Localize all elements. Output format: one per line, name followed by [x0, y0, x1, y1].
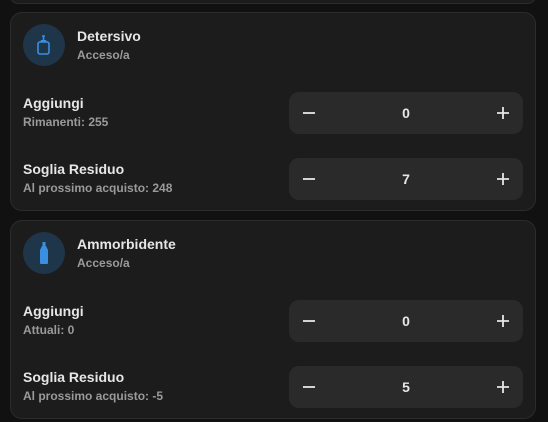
row-label: Soglia Residuo — [23, 369, 125, 385]
plus-icon — [497, 173, 509, 185]
stepper-value[interactable]: 7 — [329, 158, 483, 200]
decrement-button[interactable] — [289, 158, 329, 200]
aggiungi-row: Aggiungi Rimanenti: 255 0 — [23, 92, 523, 134]
softener-bottle-icon[interactable] — [23, 232, 65, 274]
card-header: Ammorbidente Acceso/a — [23, 231, 176, 275]
plus-icon — [497, 315, 509, 327]
soglia-residuo-row: Soglia Residuo Al prossimo acquisto: 248… — [23, 158, 523, 200]
increment-button[interactable] — [483, 366, 523, 408]
minus-icon — [303, 386, 315, 388]
increment-button[interactable] — [483, 158, 523, 200]
minus-icon — [303, 178, 315, 180]
increment-button[interactable] — [483, 92, 523, 134]
card-status: Acceso/a — [77, 256, 130, 270]
row-label: Soglia Residuo — [23, 161, 125, 177]
row-sublabel: Al prossimo acquisto: -5 — [23, 389, 164, 403]
decrement-button[interactable] — [289, 92, 329, 134]
aggiungi-row: Aggiungi Attuali: 0 0 — [23, 300, 523, 342]
detersivo-card: Detersivo Acceso/a Aggiungi Rimanenti: 2… — [10, 12, 536, 211]
previous-card — [10, 0, 536, 4]
decrement-button[interactable] — [289, 300, 329, 342]
minus-icon — [303, 112, 315, 114]
row-sublabel: Attuali: 0 — [23, 323, 75, 337]
plus-icon — [497, 107, 509, 119]
soglia-residuo-stepper[interactable]: 5 — [289, 366, 523, 408]
increment-button[interactable] — [483, 300, 523, 342]
stepper-value[interactable]: 0 — [329, 92, 483, 134]
aggiungi-stepper[interactable]: 0 — [289, 92, 523, 134]
soglia-residuo-row: Soglia Residuo Al prossimo acquisto: -5 … — [23, 366, 523, 408]
detergent-bottle-icon[interactable] — [23, 24, 65, 66]
stepper-value[interactable]: 5 — [329, 366, 483, 408]
card-status: Acceso/a — [77, 48, 130, 62]
card-title: Detersivo — [77, 28, 141, 44]
row-label: Aggiungi — [23, 303, 84, 319]
soglia-residuo-stepper[interactable]: 7 — [289, 158, 523, 200]
row-sublabel: Rimanenti: 255 — [23, 115, 109, 129]
aggiungi-stepper[interactable]: 0 — [289, 300, 523, 342]
ammorbidente-card: Ammorbidente Acceso/a Aggiungi Attuali: … — [10, 220, 536, 419]
decrement-button[interactable] — [289, 366, 329, 408]
plus-icon — [497, 381, 509, 393]
card-header: Detersivo Acceso/a — [23, 23, 141, 67]
card-title: Ammorbidente — [77, 236, 176, 252]
stepper-value[interactable]: 0 — [329, 300, 483, 342]
row-sublabel: Al prossimo acquisto: 248 — [23, 181, 173, 195]
row-label: Aggiungi — [23, 95, 84, 111]
minus-icon — [303, 320, 315, 322]
